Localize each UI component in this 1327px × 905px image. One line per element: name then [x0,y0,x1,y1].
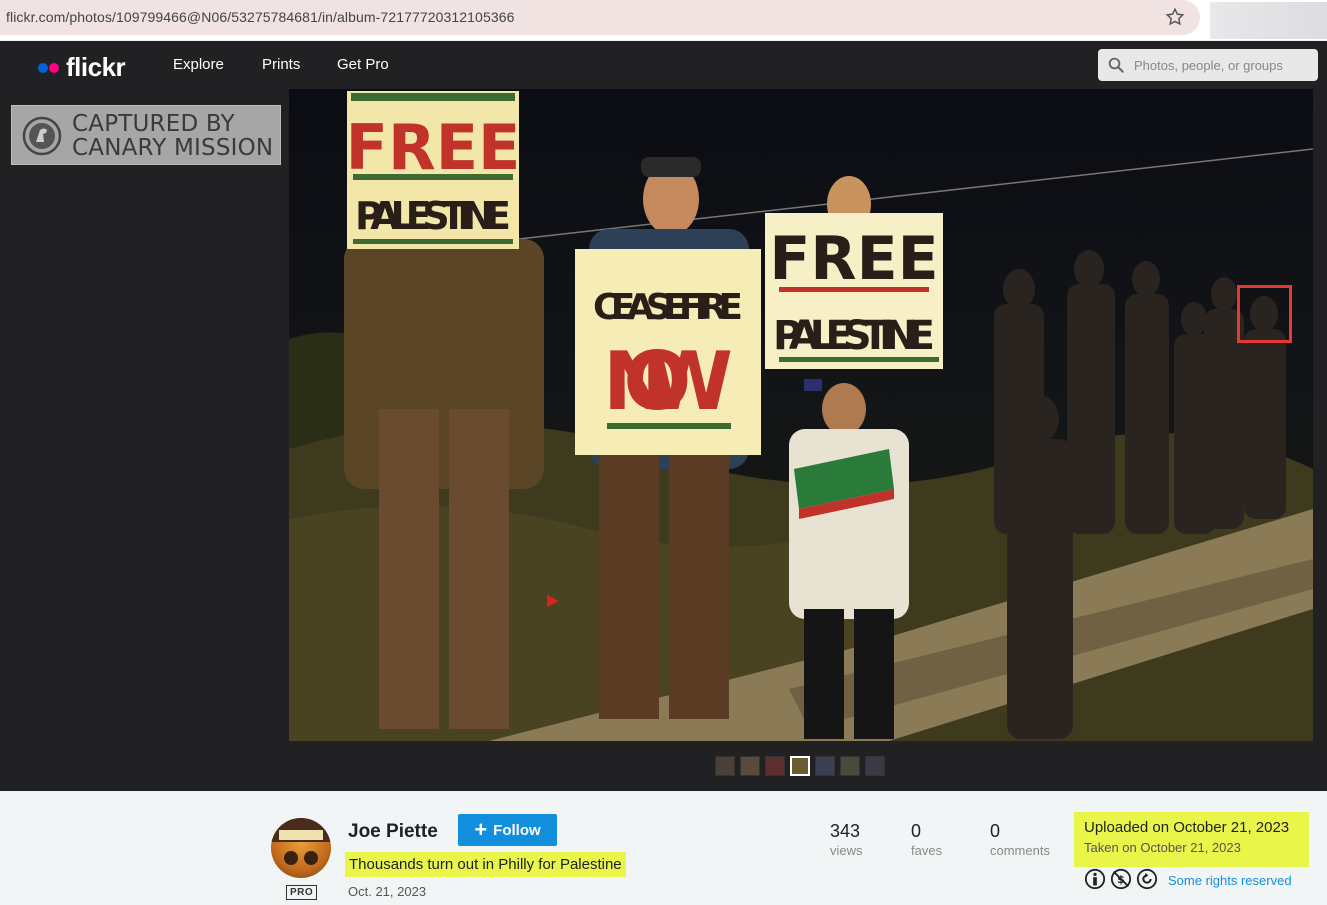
upload-dates: Uploaded on October 21, 2023 Taken on Oc… [1074,812,1309,867]
watermark-text: CAPTURED BY CANARY MISSION [72,112,273,160]
photo-date: Oct. 21, 2023 [348,884,427,899]
avatar-image [271,818,331,865]
svg-text:NOW: NOW [603,335,733,428]
cc-sharealike-icon[interactable] [1136,868,1158,890]
search-icon[interactable] [1107,56,1125,74]
thumbnail[interactable] [740,756,760,776]
search-input[interactable] [1134,49,1314,81]
thumbnail[interactable] [840,756,860,776]
svg-text:CEASEFIRE: CEASEFIRE [593,287,743,328]
photostream-thumbnails [715,756,885,776]
logo-text: flickr [66,52,126,82]
cc-attribution-icon[interactable] [1084,868,1106,890]
photo-info-panel: PRO Joe Piette + Follow Thousands turn o… [0,791,1327,905]
thumbnail[interactable] [765,756,785,776]
thumbnail[interactable] [865,756,885,776]
rights-link[interactable]: Some rights reserved [1168,873,1292,888]
owner-name[interactable]: Joe Piette [348,821,438,843]
pro-badge: PRO [286,885,318,900]
photo-illustration: FREE PALESTINE CEASEFIRE NOW FREE PALEST… [289,89,1313,741]
faves-count: 0 [911,821,922,841]
thumbnail[interactable] [715,756,735,776]
nav-prints[interactable]: Prints [262,56,300,73]
thumbnail[interactable] [815,756,835,776]
taken-date[interactable]: Taken on October 21, 2023 [1084,840,1309,855]
browser-toolbar: flickr.com/photos/109799466@N06/53275784… [0,0,1327,40]
comments-label: comments [990,843,1050,858]
license-icons[interactable]: $ [1084,868,1158,890]
watermark-line2: CANARY MISSION [72,135,274,161]
views-stat: 343 views [830,821,863,858]
owner-avatar[interactable] [271,818,331,878]
nav-explore[interactable]: Explore [173,56,224,73]
plus-icon: + [474,817,488,842]
canary-mission-watermark: CAPTURED BY CANARY MISSION [11,105,281,165]
photo-title: Thousands turn out in Philly for Palesti… [345,852,626,877]
cc-noncommercial-icon[interactable]: $ [1110,868,1132,890]
views-label: views [830,843,863,858]
uploaded-date: Uploaded on October 21, 2023 [1084,819,1290,836]
logo-blue-dot [38,62,48,73]
nav-get-pro[interactable]: Get Pro [337,56,389,73]
browser-profile-area[interactable] [1210,2,1327,39]
flickr-logo[interactable]: flickr [38,52,126,83]
svg-text:FREE: FREE [769,224,938,294]
address-bar[interactable]: flickr.com/photos/109799466@N06/53275784… [0,0,1200,35]
face-highlight-box [1237,285,1292,343]
watermark-line1: CAPTURED BY [72,111,235,137]
thumbnail-active[interactable] [790,756,810,776]
svg-text:PALESTINE: PALESTINE [773,313,935,359]
flickr-navbar: flickr Explore Prints Get Pro [0,41,1327,89]
svg-text:FREE: FREE [346,111,521,184]
faves-label: faves [911,843,943,858]
main-photo[interactable]: FREE PALESTINE CEASEFIRE NOW FREE PALEST… [289,89,1313,741]
views-count: 343 [830,821,861,841]
follow-label: Follow [493,821,541,839]
url-text[interactable]: flickr.com/photos/109799466@N06/53275784… [6,9,515,25]
canary-bird-icon [22,116,62,156]
svg-text:PALESTINE: PALESTINE [355,194,511,238]
photo-stage: CAPTURED BY CANARY MISSION FREE PALESTIN… [0,89,1327,791]
comments-count: 0 [990,821,1001,841]
bookmark-star-icon[interactable] [1164,6,1186,28]
faves-stat: 0 faves [911,821,942,858]
search-box[interactable] [1098,49,1318,81]
comments-stat: 0 comments [990,821,1050,858]
follow-button[interactable]: + Follow [458,814,557,846]
logo-pink-dot [49,62,59,73]
